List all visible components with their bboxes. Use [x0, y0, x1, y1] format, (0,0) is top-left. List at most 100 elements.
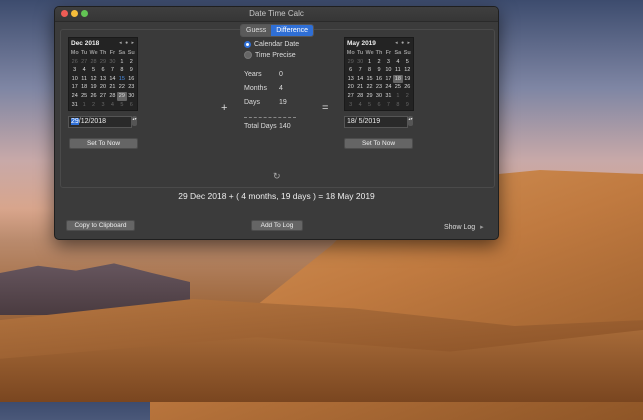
end-set-now-button[interactable]: Set To Now [344, 138, 413, 149]
calendar-day[interactable]: 15 [365, 75, 374, 84]
calendar-day[interactable]: 15 [117, 75, 126, 84]
calendar-day[interactable]: 27 [346, 92, 355, 101]
calendar-day[interactable]: 11 [79, 75, 88, 84]
calendar-day[interactable]: 20 [346, 83, 355, 92]
calendar-day[interactable]: 9 [403, 101, 412, 110]
calendar-day[interactable]: 10 [70, 75, 79, 84]
calendar-day[interactable]: 5 [365, 101, 374, 110]
time-precise-radio[interactable]: Time Precise [244, 51, 296, 59]
calendar-day[interactable]: 5 [403, 58, 412, 67]
calendar-day[interactable]: 21 [355, 83, 364, 92]
calendar-day[interactable]: 1 [79, 101, 88, 110]
calendar-day[interactable]: 1 [365, 58, 374, 67]
calendar-day[interactable]: 6 [374, 101, 383, 110]
calendar-day[interactable]: 18 [393, 74, 403, 84]
calendar-day[interactable]: 6 [346, 66, 355, 75]
calendar-day[interactable]: 12 [89, 75, 98, 84]
end-date-stepper[interactable]: ▴▾ [408, 116, 413, 126]
calendar-day[interactable]: 29 [365, 92, 374, 101]
calendar-day[interactable]: 1 [117, 58, 126, 67]
calendar-day[interactable]: 29 [98, 58, 107, 67]
calendar-day[interactable]: 10 [384, 66, 393, 75]
calendar-day[interactable]: 24 [70, 92, 79, 101]
start-day-segment[interactable]: 29 [71, 118, 79, 125]
refresh-icon[interactable]: ↻ [273, 171, 281, 182]
calendar-day[interactable]: 22 [365, 83, 374, 92]
end-calendar-nav-icon[interactable]: ◂ ● ▸ [395, 40, 411, 46]
calendar-day[interactable]: 3 [346, 101, 355, 110]
calendar-day[interactable]: 20 [98, 83, 107, 92]
calendar-day[interactable]: 7 [108, 66, 117, 75]
calendar-day[interactable]: 11 [393, 66, 402, 75]
tab-difference[interactable]: Difference [271, 25, 314, 36]
show-log-button[interactable]: Show Log ▸ [444, 223, 484, 231]
calendar-day[interactable]: 13 [98, 75, 107, 84]
calendar-day[interactable]: 4 [355, 101, 364, 110]
start-calendar-grid[interactable]: Mo Tu We Th Fr Sa Su 26 27 28 29 30 1 2 3 4 5 6 7 8 9 10 11 12 1… [70, 49, 136, 109]
calendar-day[interactable]: 6 [127, 101, 136, 110]
calendar-day[interactable]: 4 [79, 66, 88, 75]
add-to-log-button[interactable]: Add To Log [251, 220, 303, 231]
calendar-day[interactable]: 9 [374, 66, 383, 75]
calendar-day[interactable]: 3 [98, 101, 107, 110]
calendar-day[interactable]: 29 [117, 91, 127, 101]
calendar-day[interactable]: 2 [374, 58, 383, 67]
calendar-day[interactable]: 3 [384, 58, 393, 67]
calendar-day[interactable]: 26 [403, 83, 412, 92]
calendar-day[interactable]: 30 [108, 58, 117, 67]
calendar-day[interactable]: 2 [127, 58, 136, 67]
calendar-day[interactable]: 21 [108, 83, 117, 92]
calendar-day[interactable]: 3 [70, 66, 79, 75]
calendar-day[interactable]: 27 [79, 58, 88, 67]
calendar-day[interactable]: 26 [89, 92, 98, 101]
calendar-day[interactable]: 29 [346, 58, 355, 67]
calendar-day[interactable]: 5 [117, 101, 126, 110]
calendar-day[interactable]: 17 [70, 83, 79, 92]
start-set-now-button[interactable]: Set To Now [69, 138, 138, 149]
calendar-day[interactable]: 14 [355, 75, 364, 84]
calendar-day[interactable]: 16 [374, 75, 383, 84]
calendar-day[interactable]: 8 [393, 101, 402, 110]
calendar-date-radio[interactable]: Calendar Date [244, 41, 299, 48]
calendar-day[interactable]: 28 [108, 92, 117, 101]
calendar-day[interactable]: 17 [384, 75, 393, 84]
calendar-day[interactable]: 9 [127, 66, 136, 75]
calendar-day[interactable]: 2 [89, 101, 98, 110]
calendar-day[interactable]: 13 [346, 75, 355, 84]
calendar-day[interactable]: 25 [79, 92, 88, 101]
calendar-day[interactable]: 5 [89, 66, 98, 75]
calendar-day[interactable]: 4 [393, 58, 402, 67]
calendar-day[interactable]: 7 [355, 66, 364, 75]
calendar-day[interactable]: 14 [108, 75, 117, 84]
calendar-day[interactable]: 24 [384, 83, 393, 92]
calendar-day[interactable]: 27 [98, 92, 107, 101]
calendar-day[interactable]: 2 [403, 92, 412, 101]
calendar-day[interactable]: 4 [108, 101, 117, 110]
start-calendar[interactable]: Dec 2018 ◂ ● ▸ Mo Tu We Th Fr Sa Su 26 27 28 29 30 1… [68, 37, 138, 111]
calendar-day[interactable]: 30 [127, 92, 136, 101]
calendar-day[interactable]: 19 [89, 83, 98, 92]
calendar-day[interactable]: 28 [89, 58, 98, 67]
calendar-day[interactable]: 16 [127, 75, 136, 84]
end-calendar-grid[interactable]: Mo Tu We Th Fr Sa Su 29 30 1 2 3 4 5 6 7 8 9 10 11 12 13 14 15 1… [346, 49, 412, 109]
calendar-day[interactable]: 23 [374, 83, 383, 92]
start-date-stepper[interactable]: ▴▾ [132, 116, 137, 126]
end-date-field[interactable]: 18/ 5/2019 [344, 116, 408, 128]
calendar-day[interactable]: 6 [98, 66, 107, 75]
calendar-day[interactable]: 30 [355, 58, 364, 67]
start-calendar-nav-icon[interactable]: ◂ ● ▸ [119, 40, 135, 46]
start-date-field[interactable]: 29/12/2018 [68, 116, 132, 128]
calendar-day[interactable]: 31 [384, 92, 393, 101]
mode-tabs[interactable]: Guess Difference [240, 24, 315, 37]
calendar-day[interactable]: 23 [127, 83, 136, 92]
copy-to-clipboard-button[interactable]: Copy to Clipboard [66, 220, 135, 231]
calendar-day[interactable]: 22 [117, 83, 126, 92]
end-calendar[interactable]: May 2019 ◂ ● ▸ Mo Tu We Th Fr Sa Su 29 30 1 2 3 4 5 6 7… [344, 37, 414, 111]
calendar-day[interactable]: 25 [393, 83, 402, 92]
calendar-day[interactable]: 8 [365, 66, 374, 75]
tab-guess[interactable]: Guess [241, 25, 272, 36]
calendar-day[interactable]: 18 [79, 83, 88, 92]
calendar-day[interactable]: 7 [384, 101, 393, 110]
calendar-day[interactable]: 30 [374, 92, 383, 101]
calendar-day[interactable]: 1 [393, 92, 402, 101]
